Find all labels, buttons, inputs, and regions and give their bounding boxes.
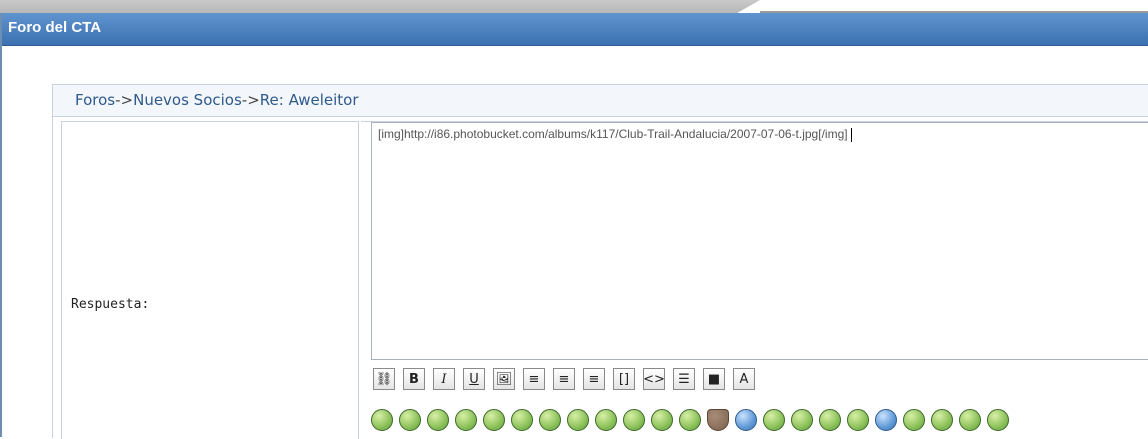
code-button[interactable]: <> (643, 368, 665, 390)
smile-smiley-icon[interactable] (511, 409, 533, 431)
question-smiley-icon[interactable] (875, 409, 897, 431)
italic-icon: I (441, 371, 447, 387)
top-tab (0, 0, 760, 13)
silly-smiley-icon[interactable] (903, 409, 925, 431)
font-icon: A (739, 371, 749, 387)
italic-button[interactable]: I (433, 368, 455, 390)
link-button[interactable]: ⛓ (373, 368, 395, 390)
scared-smiley-icon[interactable] (539, 409, 561, 431)
tongue-smiley-icon[interactable] (987, 409, 1009, 431)
link-icon: ⛓ (375, 371, 393, 387)
grin-smiley-icon[interactable] (455, 409, 477, 431)
reply-textarea[interactable]: [img]http://i86.photobucket.com/albums/k… (371, 122, 1148, 360)
neutral-smiley-icon[interactable] (847, 409, 869, 431)
breadcrumb: Foros->Nuevos Socios->Re: Aweleitor (53, 85, 1148, 117)
dead-smiley-icon[interactable] (427, 409, 449, 431)
window-title: Foro del CTA (8, 19, 102, 36)
text-caret (850, 127, 852, 142)
breadcrumb-separator: -> (241, 91, 260, 109)
align-left-icon: ≡ (558, 371, 570, 387)
forum-frame: Foro del CTA Foros->Nuevos Socios->Re: A… (0, 13, 1148, 439)
align-right-button[interactable]: ≡ (583, 368, 605, 390)
breadcrumb-item-new-members[interactable]: Nuevos Socios (133, 91, 242, 109)
color-button[interactable]: ■ (703, 368, 725, 390)
align-center-button[interactable]: ≡ (523, 368, 545, 390)
alien-smiley-icon[interactable] (371, 409, 393, 431)
list-icon: ☰ (678, 371, 690, 387)
breadcrumb-separator: -> (115, 91, 134, 109)
sick-smiley-icon[interactable] (567, 409, 589, 431)
cool-smiley-icon[interactable] (595, 409, 617, 431)
color-icon: ■ (707, 371, 721, 387)
mad-smiley-icon[interactable] (791, 409, 813, 431)
breadcrumb-item-forums[interactable]: Foros (75, 91, 115, 109)
reply-label-cell: Respuesta: (61, 121, 359, 439)
code-icon: <> (643, 371, 665, 387)
smiley-bar (371, 409, 1009, 435)
top-tab-strip (0, 0, 1148, 13)
underline-button[interactable]: U (463, 368, 485, 390)
brackets-icon: [] (618, 371, 630, 387)
idea-smiley-icon[interactable] (735, 409, 757, 431)
underline-icon: U (469, 371, 479, 387)
reply-label: Respuesta: (71, 297, 150, 312)
reply-editor-cell: [img]http://i86.photobucket.com/albums/k… (361, 121, 1148, 439)
happy-smiley-icon[interactable] (679, 409, 701, 431)
cry-smiley-icon[interactable] (931, 409, 953, 431)
sad-smiley-icon[interactable] (623, 409, 645, 431)
image-button[interactable]: 🖼 (493, 368, 515, 390)
breadcrumb-text: Foros->Nuevos Socios->Re: Aweleitor (75, 91, 359, 109)
reply-text: [img]http://i86.photobucket.com/albums/k… (378, 127, 848, 141)
image-icon: 🖼 (495, 371, 513, 387)
crazy-smiley-icon[interactable] (399, 409, 421, 431)
heart-icon[interactable] (707, 409, 729, 431)
brackets-button[interactable]: [] (613, 368, 635, 390)
formatting-toolbar: ⛓ B I U 🖼 ≡ ≡ ≡ [] <> ☰ ■ A (373, 368, 755, 394)
reply-row: Respuesta: [img]http://i86.photobucket.c… (61, 121, 1148, 439)
font-button[interactable]: A (733, 368, 755, 390)
bold-button[interactable]: B (403, 368, 425, 390)
breadcrumb-item-current-topic: Re: Aweleitor (259, 91, 359, 109)
list-button[interactable]: ☰ (673, 368, 695, 390)
bold-icon: B (409, 371, 419, 387)
angry-smiley-icon[interactable] (651, 409, 673, 431)
wink-smiley-icon[interactable] (819, 409, 841, 431)
align-right-icon: ≡ (588, 371, 600, 387)
shocked-smiley-icon[interactable] (763, 409, 785, 431)
title-bar: Foro del CTA (2, 13, 1148, 46)
reply-panel: Foros->Nuevos Socios->Re: Aweleitor Resp… (52, 84, 1148, 439)
align-left-button[interactable]: ≡ (553, 368, 575, 390)
nerd-smiley-icon[interactable] (959, 409, 981, 431)
align-center-icon: ≡ (528, 371, 540, 387)
laugh-smiley-icon[interactable] (483, 409, 505, 431)
